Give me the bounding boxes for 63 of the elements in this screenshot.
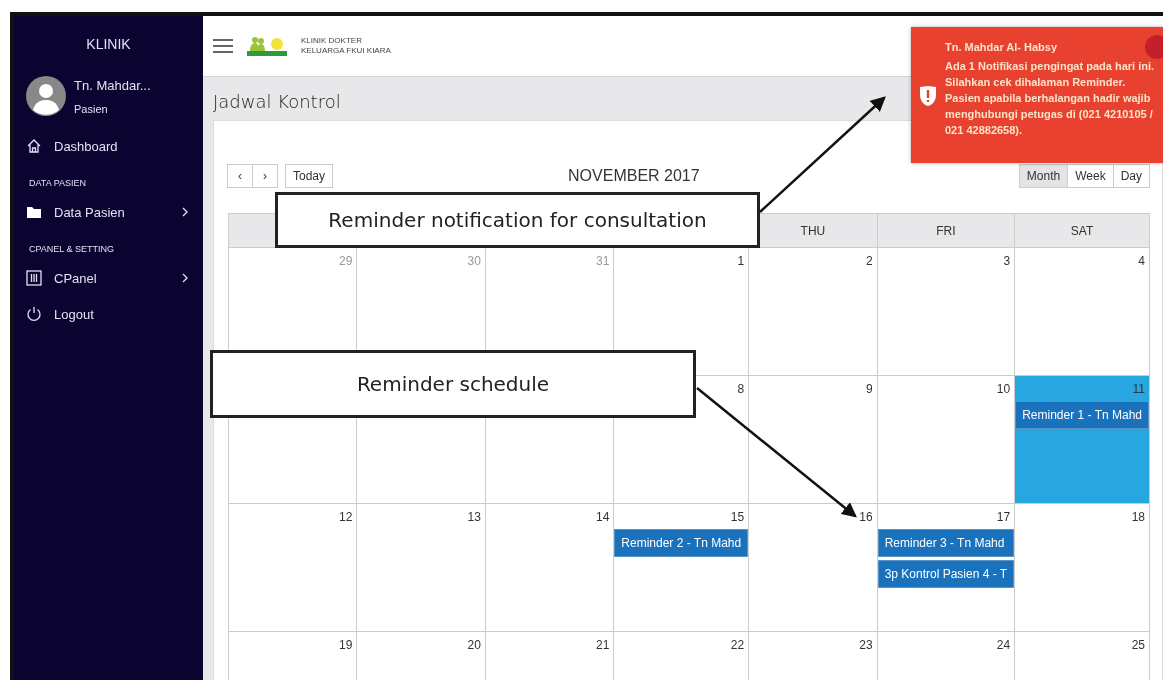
calendar-event[interactable]: Reminder 3 - Tn Mahd [877,529,1015,557]
callout-label: Reminder schedule [210,350,696,418]
date-number: 1 [736,253,746,270]
date-number: 25 [1130,637,1146,654]
date-number: 18 [1130,509,1146,526]
page-title: Jadwal Kontrol [212,90,341,114]
callout-label: Reminder notification for consultation [275,192,760,248]
sidebar-item[interactable]: CPanel [14,260,203,296]
date-number: 22 [729,637,746,654]
shield-warning-icon [919,85,937,107]
date-number: 13 [466,509,482,526]
calendar-event[interactable]: Reminder 1 - Tn Mahd [1015,401,1149,429]
weekday-header: SAT [1015,214,1150,248]
date-number: 19 [338,637,354,654]
date-number: 2 [864,253,874,270]
weekday-header: FRI [877,214,1016,248]
logo-text: KLINIK DOKTER [301,36,363,46]
sidebar-section-label: CPANEL & SETTING [28,243,116,256]
date-number: 20 [466,637,482,654]
home-icon [26,138,42,154]
calendar-event[interactable]: Reminder 2 - Tn Mahd [614,529,749,557]
today-button[interactable]: Today [285,164,334,188]
sidebar-item[interactable]: Logout [14,296,203,332]
sidebar-title: KLINIK [85,35,132,54]
date-number: 30 [466,253,482,270]
next-button[interactable]: › [252,164,278,188]
logo-text: KELUARGA FKUI KIARA [301,46,391,56]
view-tab[interactable]: Week [1067,164,1114,188]
user-role: Pasien [74,102,109,115]
date-number: 15 [729,509,746,526]
family-logo-icon [247,35,287,57]
sidebar-item[interactable]: Data Pasien [14,194,203,230]
power-icon [26,306,42,322]
date-number: 12 [338,509,354,526]
date-number: 31 [595,253,611,270]
view-tab[interactable]: Month [1018,164,1069,188]
date-number: 9 [864,381,874,398]
date-number: 16 [858,509,874,526]
avatar-circle-icon [1145,35,1163,59]
calendar-title: NOVEMBER 2017 [568,167,701,185]
sidebar-section-label: DATA PASIEN [28,177,87,190]
avatar-silhouette-icon [26,76,66,116]
date-number: 21 [595,637,611,654]
date-number: 11 [1131,381,1146,398]
view-tab[interactable]: Day [1112,164,1150,188]
date-number: 23 [858,637,874,654]
sidebar-item[interactable]: Dashboard [14,128,203,164]
folder-icon [26,204,42,220]
date-number: 8 [736,381,746,398]
date-number: 24 [995,637,1012,654]
date-number: 3 [1002,253,1012,270]
date-number: 14 [595,509,611,526]
menu-icon[interactable] [213,39,233,53]
date-number: 17 [995,509,1012,526]
calendar-event[interactable]: 3p Kontrol Pasien 4 - T [877,560,1015,588]
notification-message: Ada 1 Notifikasi pengingat pada hari ini. Silahkan cek dihalaman Reminder. Pasien apabila berhalangan hadir wajib menghubungi petugas di (021 4210105 / 021 42882658). [945,59,1156,138]
columns-icon [26,270,42,286]
previous-button[interactable]: ‹ [227,164,253,188]
date-number: 29 [338,253,354,270]
date-number: 10 [995,381,1012,398]
user-name: Tn. Mahdar... [74,77,151,93]
notification-title: Tn. Mahdar Al- Habsy [945,41,1059,53]
date-number: 4 [1137,253,1146,270]
